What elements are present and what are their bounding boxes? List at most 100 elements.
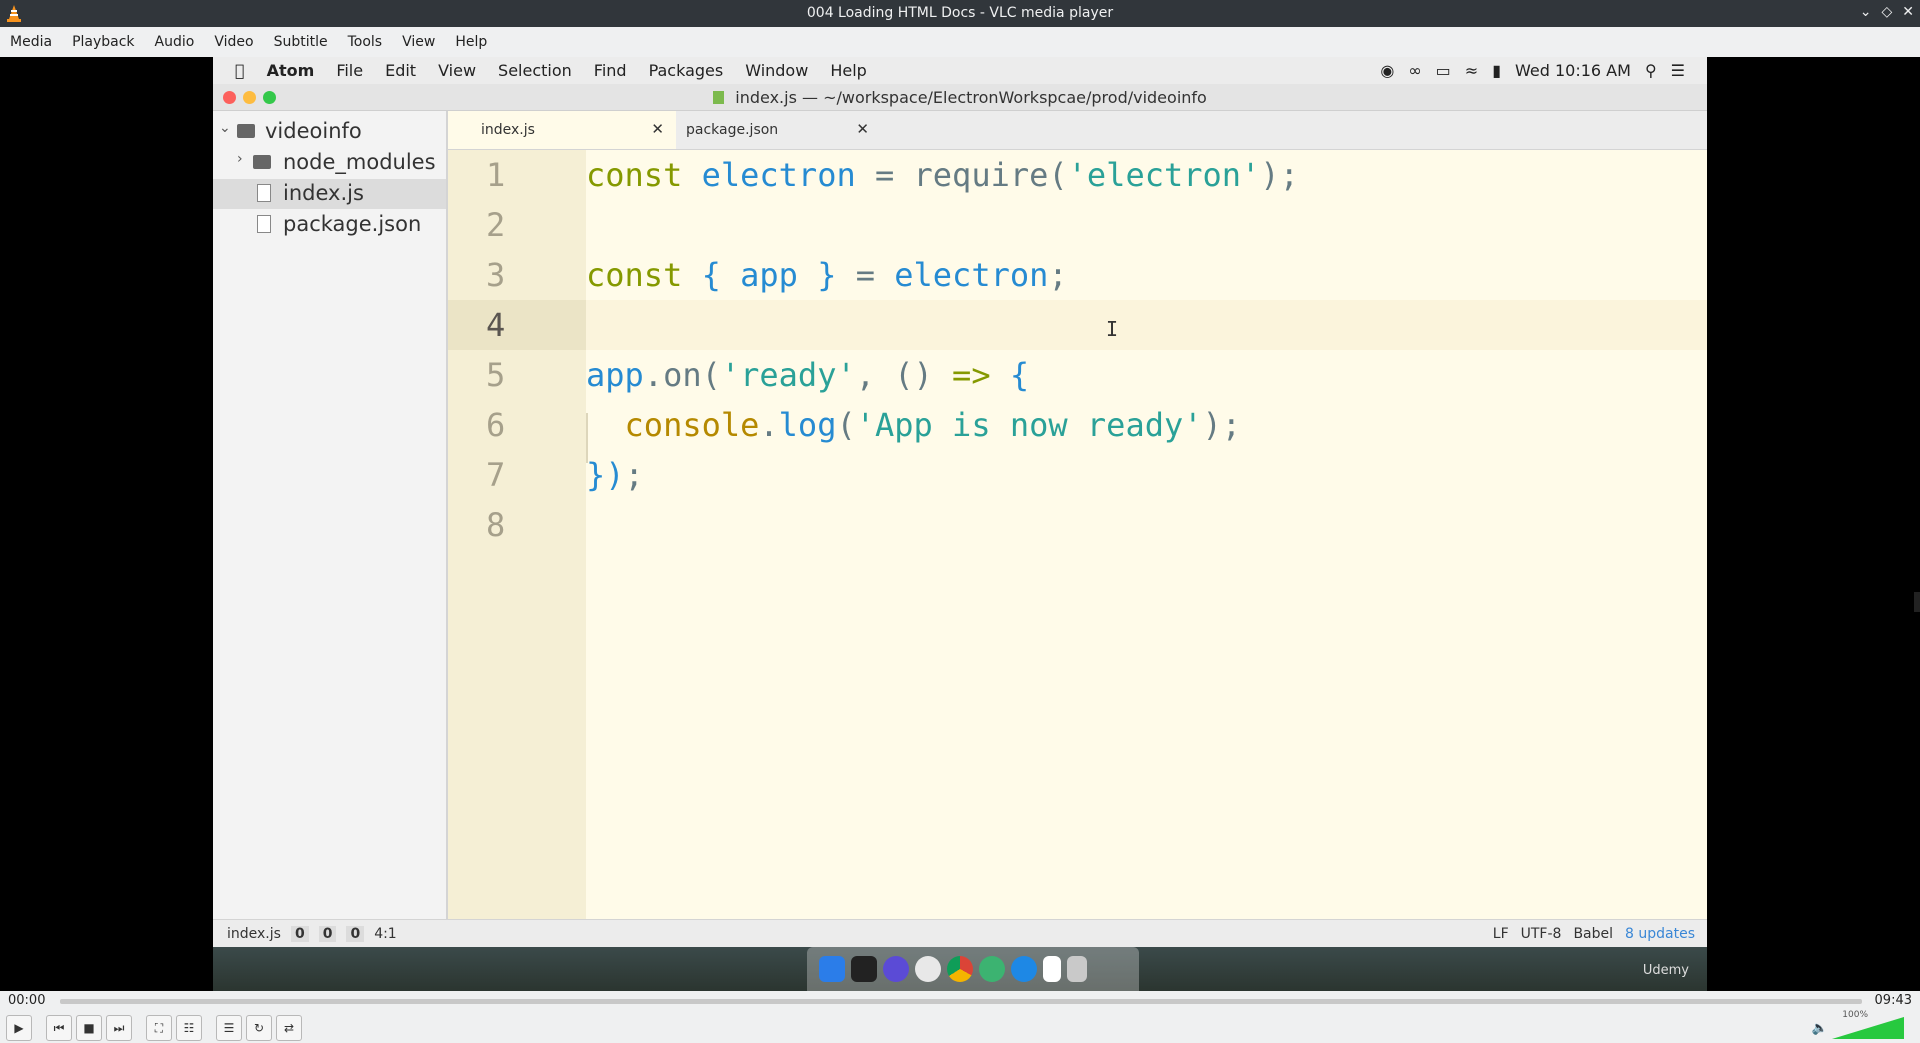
tree-item-package-json: package.json xyxy=(213,210,446,240)
mac-menu-selection: Selection xyxy=(488,61,572,80)
speaker-icon[interactable]: 🔈 xyxy=(1812,1021,1828,1036)
loop-button[interactable]: ↻ xyxy=(246,1015,272,1041)
mac-menu-bar:  Atom File Edit View Selection Find Pac… xyxy=(213,57,1707,84)
tab-index-js: index.js ✕ xyxy=(448,111,676,149)
extended-settings-button[interactable]: ☷ xyxy=(176,1015,202,1041)
playlist-button[interactable]: ☰ xyxy=(216,1015,242,1041)
status-line-ending: LF xyxy=(1492,926,1509,942)
file-icon xyxy=(257,215,271,233)
mac-menu-window: Window xyxy=(735,61,808,80)
fullscreen-button[interactable]: ⛶ xyxy=(146,1015,172,1041)
status-updates: 8 updates xyxy=(1625,926,1695,942)
chrome-icon xyxy=(947,956,973,982)
status-cursor: 4:1 xyxy=(374,926,397,942)
line-number: 2 xyxy=(486,206,506,244)
mac-menu-find: Find xyxy=(584,61,627,80)
vlc-controls: 00:00 09:43 ▶ ⏮ ■ ⏭ ⛶ ☷ ☰ ↻ ⇄ 🔈 100% xyxy=(0,991,1920,1043)
mac-menu-atom: Atom xyxy=(257,61,315,80)
total-time: 09:43 xyxy=(1874,993,1912,1008)
line-number: 6 xyxy=(486,406,506,444)
tree-item-index-js: index.js xyxy=(213,179,446,209)
line-number: 7 xyxy=(486,456,506,494)
document-icon xyxy=(1043,956,1061,982)
menu-media[interactable]: Media xyxy=(0,34,62,50)
status-grammar: Babel xyxy=(1573,926,1614,942)
folder-icon xyxy=(237,124,255,138)
line-number: 3 xyxy=(486,256,506,294)
mac-menu-help: Help xyxy=(820,61,866,80)
menu-playback[interactable]: Playback xyxy=(62,34,144,50)
record-icon: ◉ xyxy=(1380,61,1395,80)
shuffle-button[interactable]: ⇄ xyxy=(276,1015,302,1041)
quill-icon xyxy=(883,956,909,982)
browser-icon xyxy=(1011,956,1037,982)
code-line: }); xyxy=(586,456,644,494)
tree-root: ⌄ videoinfo xyxy=(213,117,446,147)
previous-button[interactable]: ⏮ xyxy=(46,1015,72,1041)
chevron-down-icon: ⌄ xyxy=(219,120,231,136)
udemy-watermark: Udemy xyxy=(1642,963,1689,978)
atom-title-bar: index.js — ~/workspace/ElectronWorkspcae… xyxy=(213,84,1707,111)
smiley-icon xyxy=(915,956,941,982)
menu-tools[interactable]: Tools xyxy=(338,34,393,50)
glasses-icon: ∞ xyxy=(1408,61,1422,80)
vlc-menu-bar: Media Playback Audio Video Subtitle Tool… xyxy=(0,27,1920,57)
elapsed-time: 00:00 xyxy=(8,993,46,1008)
tree-item-label: package.json xyxy=(283,212,422,236)
line-number: 1 xyxy=(486,156,506,194)
editor-tabs: index.js ✕ package.json ✕ xyxy=(448,111,1707,150)
notification-list-icon: ☰ xyxy=(1670,61,1685,80)
video-frame-mac-desktop:  Atom File Edit View Selection Find Pac… xyxy=(213,57,1707,991)
wifi-icon: ≈ xyxy=(1464,61,1479,80)
atom-window-title: index.js — ~/workspace/ElectronWorkspcae… xyxy=(735,88,1207,107)
vlc-title-bar: 004 Loading HTML Docs - VLC media player… xyxy=(0,0,1920,27)
status-file: index.js xyxy=(227,926,281,942)
play-button[interactable]: ▶ xyxy=(6,1015,32,1041)
battery-icon: ▮ xyxy=(1492,61,1502,80)
js-file-icon xyxy=(713,91,725,104)
next-button[interactable]: ⏭ xyxy=(106,1015,132,1041)
terminal-icon xyxy=(851,956,877,982)
code-editor: const electron = require('electron'); co… xyxy=(586,150,1707,919)
mac-menu-view: View xyxy=(428,61,476,80)
tab-package-json: package.json ✕ xyxy=(653,111,881,149)
tree-view: ⌄ videoinfo › node_modules index.js pack… xyxy=(213,111,448,919)
code-line: const electron = require('electron'); xyxy=(586,156,1299,194)
menu-video[interactable]: Video xyxy=(204,34,263,50)
close-icon: ✕ xyxy=(856,120,869,138)
status-warning-count: 0 xyxy=(318,926,337,942)
airplay-icon: ▭ xyxy=(1435,61,1451,80)
window-title: 004 Loading HTML Docs - VLC media player xyxy=(806,5,1114,21)
code-line: const { app } = electron; xyxy=(586,256,1068,294)
mac-menu-file: File xyxy=(326,61,363,80)
menu-audio[interactable]: Audio xyxy=(145,34,205,50)
tree-item-label: index.js xyxy=(283,181,364,205)
mac-menu-packages: Packages xyxy=(638,61,724,80)
line-number-current: 4 xyxy=(448,300,586,350)
mac-clock: Wed 10:16 AM xyxy=(1515,61,1631,80)
finder-icon xyxy=(819,956,845,982)
tree-item-label: node_modules xyxy=(283,150,436,174)
code-line-current xyxy=(586,300,1707,350)
code-line: console.log('App is now ready'); xyxy=(586,406,1242,444)
volume-slider[interactable] xyxy=(1832,1017,1904,1039)
menu-help[interactable]: Help xyxy=(445,34,497,50)
file-icon xyxy=(257,184,271,202)
atom-icon xyxy=(979,956,1005,982)
menu-view[interactable]: View xyxy=(392,34,445,50)
trash-icon xyxy=(1067,956,1087,982)
text-cursor-icon: I xyxy=(1106,317,1119,341)
status-encoding: UTF-8 xyxy=(1520,926,1562,942)
mac-menu-edit: Edit xyxy=(375,61,416,80)
tree-item-node-modules: › node_modules xyxy=(213,148,446,178)
minimize-icon[interactable]: ⌄ xyxy=(1860,4,1872,20)
stop-button[interactable]: ■ xyxy=(76,1015,102,1041)
line-number: 5 xyxy=(486,356,506,394)
maximize-icon[interactable]: ◇ xyxy=(1881,4,1892,20)
close-icon[interactable]: ✕ xyxy=(1902,4,1914,20)
seek-bar[interactable] xyxy=(60,999,1862,1004)
code-line: app.on('ready', () => { xyxy=(586,356,1030,394)
chevron-right-icon: › xyxy=(237,151,243,167)
menu-subtitle[interactable]: Subtitle xyxy=(264,34,338,50)
tree-root-label: videoinfo xyxy=(265,119,362,143)
